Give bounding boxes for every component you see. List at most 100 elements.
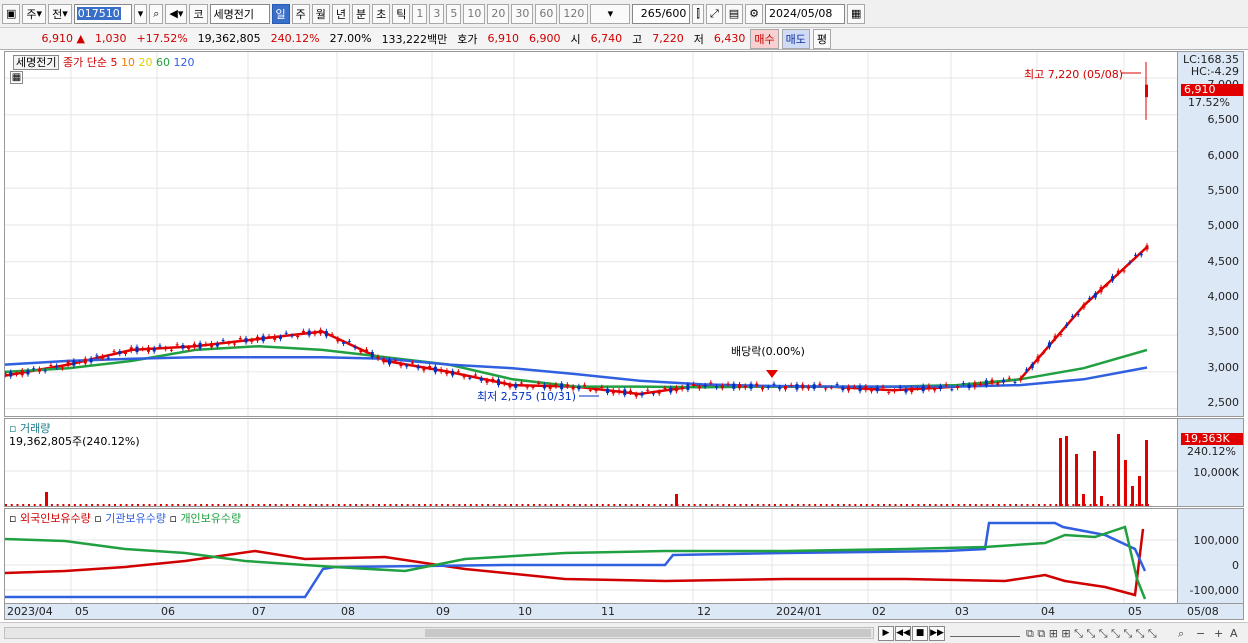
volume-bar — [73, 504, 76, 506]
volume-bar — [1089, 504, 1092, 506]
font-icon[interactable]: A — [1230, 627, 1238, 640]
plus-icon[interactable]: + — [1214, 627, 1223, 640]
volume-bar — [1020, 504, 1023, 506]
volume-bar — [848, 504, 851, 506]
stop-icon[interactable]: ■ — [912, 626, 928, 641]
interval-120[interactable]: 120 — [559, 3, 589, 24]
draw-icon[interactable]: ⤢ — [705, 3, 723, 24]
period-month[interactable]: 월 — [311, 3, 330, 24]
interval-60[interactable]: 60 — [535, 3, 558, 24]
date-input[interactable]: 2024/05/08 — [765, 3, 846, 24]
volume-bar — [538, 504, 541, 506]
calendar-icon[interactable]: ▦ — [847, 3, 866, 24]
x-label: 03 — [955, 605, 969, 618]
candle-body — [806, 386, 810, 389]
volume-bar — [85, 504, 88, 506]
volume-bar — [894, 504, 897, 506]
forward-icon[interactable]: ▶▶ — [929, 626, 945, 641]
speaker-icon[interactable]: ◀▾ — [165, 3, 188, 24]
candle-body — [370, 352, 374, 358]
volume-panel[interactable]: ▫ 거래량 19,362,805주(240.12%) — [4, 418, 1178, 507]
gear-icon[interactable]: ⚙ — [745, 3, 764, 24]
count-input[interactable]: 265/600 — [632, 3, 691, 24]
period-second[interactable]: 초 — [372, 3, 391, 24]
interval-select[interactable]: ▾ — [590, 3, 631, 24]
candle-body — [726, 383, 730, 385]
zoom-icon[interactable]: ⌕ — [1178, 627, 1184, 641]
volume-bar — [487, 504, 490, 506]
interval-30[interactable]: 30 — [511, 3, 534, 24]
search-icon[interactable]: ⌕ — [149, 3, 164, 24]
buy-button[interactable]: 매수 — [750, 28, 779, 49]
tool-icons[interactable]: ⧉ ⧉ ⊞ ⊞ ⤡ ⤡ ⤡ ⤡ ⤡ ⤡ ⤡ — [1026, 627, 1157, 641]
candle-body — [422, 368, 426, 371]
volume-bar — [349, 504, 352, 506]
volume-bar — [464, 504, 467, 506]
period-minute[interactable]: 분 — [352, 3, 371, 24]
interval-10[interactable]: 10 — [463, 3, 486, 24]
candle-icon[interactable]: ⫿ — [692, 3, 704, 24]
volume-bar — [521, 504, 524, 506]
holding-y-neg100k: -100,000 — [1189, 584, 1239, 597]
volume-bar — [280, 504, 283, 506]
interval-20[interactable]: 20 — [487, 3, 510, 24]
candle-body — [1024, 369, 1028, 371]
scroll-thumb[interactable] — [425, 629, 871, 637]
code-dropdown-icon[interactable]: ▾ — [133, 3, 148, 24]
save-icon[interactable]: ▤ — [724, 3, 744, 24]
candle-body — [101, 356, 105, 359]
volume-bar — [802, 504, 805, 506]
period-week[interactable]: 주 — [291, 3, 310, 24]
dividend-annotation: 배당락(0.00%) — [731, 345, 805, 358]
period-year[interactable]: 년 — [331, 3, 351, 24]
candle-body — [158, 345, 162, 347]
period-day[interactable]: 일 — [271, 3, 290, 24]
name-tag[interactable]: 세명전기 — [13, 55, 60, 70]
period-tick[interactable]: 틱 — [392, 3, 411, 24]
volume-bar — [492, 504, 495, 506]
stock-name-field[interactable]: 세명전기 — [209, 3, 270, 24]
volume-bar — [5, 504, 7, 506]
candle-body — [456, 371, 460, 373]
candle-body — [732, 383, 736, 389]
candle-body — [1099, 287, 1103, 293]
prev-button[interactable]: 전 ▾ — [48, 3, 72, 24]
window-icon[interactable]: ▣ — [2, 3, 21, 24]
interval-3[interactable]: 3 — [429, 3, 445, 24]
candle-body — [43, 370, 47, 372]
candle-body — [870, 389, 874, 392]
minus-icon[interactable]: − — [1196, 627, 1205, 640]
volume-bar — [865, 504, 868, 506]
candle-body — [950, 389, 954, 391]
interval-5[interactable]: 5 — [446, 3, 462, 24]
candle-body — [32, 368, 36, 370]
candle-body — [887, 392, 891, 394]
candle-body — [479, 377, 483, 381]
candle-body — [89, 358, 93, 363]
volume-bar — [10, 504, 13, 506]
volume-bar — [1106, 504, 1109, 506]
zoom-slider[interactable] — [950, 627, 1020, 637]
candle-body — [324, 331, 328, 337]
trade-amount: 133,222백만 — [381, 32, 448, 46]
rewind-icon[interactable]: ◀◀ — [895, 626, 911, 641]
price-panel[interactable]: 세명전기 종가 단순 5 10 20 60 120 ▦ 최고 7,220 (05… — [3, 51, 1178, 417]
ma-20: 20 — [138, 56, 153, 69]
candle-body — [387, 359, 391, 365]
play-icon[interactable]: ▶ — [878, 626, 894, 641]
holding-panel[interactable]: ▫ 외국인보유수량 ▫ 기관보유수량 ▫ 개인보유수량 — [4, 508, 1178, 604]
stock-code-input[interactable]: 017510 — [73, 3, 132, 24]
chart-scrollbar[interactable] — [4, 627, 874, 639]
volume-bar — [383, 504, 386, 506]
volume-bar — [905, 504, 908, 506]
market-tag[interactable]: 코 — [189, 3, 208, 24]
market-select[interactable]: 주 ▾ — [22, 3, 47, 24]
volume-bar — [314, 504, 317, 506]
candle-body — [485, 379, 489, 383]
volume-bar — [515, 504, 518, 506]
interval-1[interactable]: 1 — [412, 3, 428, 24]
grid-icon[interactable]: ▦ — [10, 71, 23, 84]
volume-bar — [303, 504, 306, 506]
eval-button[interactable]: 평 — [812, 28, 832, 49]
sell-button[interactable]: 매도 — [781, 28, 810, 49]
